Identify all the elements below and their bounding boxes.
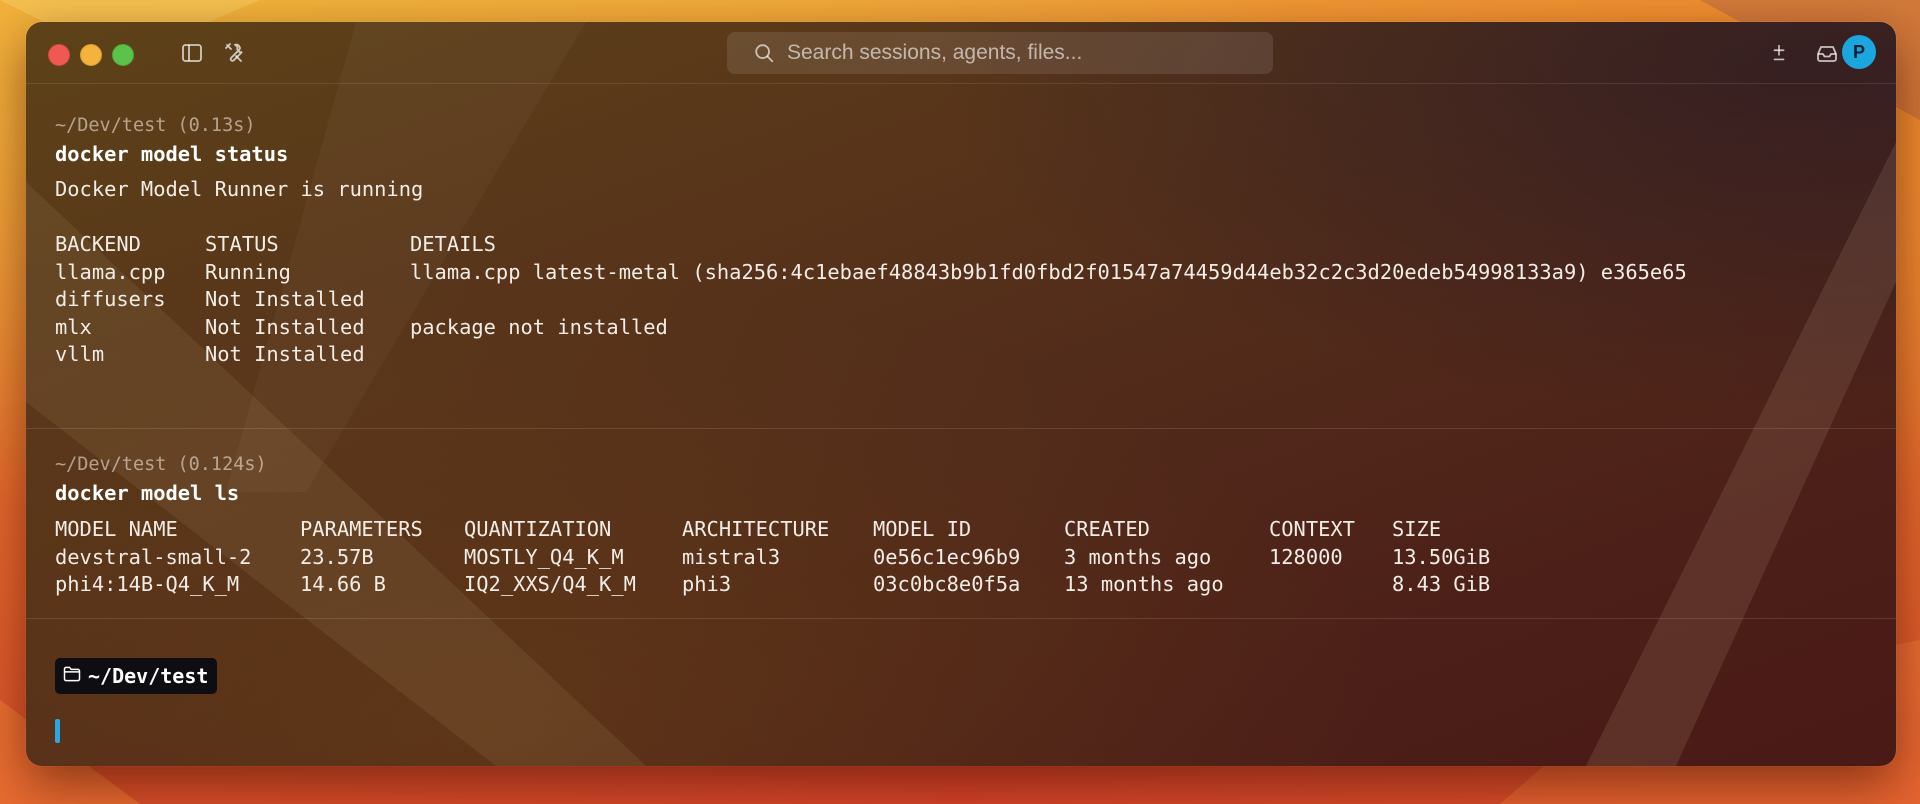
terminal-output: ~/Dev/test (0.13s) docker model status D… (26, 84, 1896, 766)
header-details: DETAILS (410, 232, 496, 256)
table-row: phi4:14B-Q4_K_M 14.66 B IQ2_XXS/Q4_K_M p… (55, 571, 1490, 599)
header-backend: BACKEND (55, 232, 141, 256)
search-icon (753, 42, 775, 70)
table-header-row: BACKEND STATUS DETAILS (55, 231, 1687, 259)
cell-context: 128000 (1269, 544, 1343, 569)
cell-backend: diffusers (55, 287, 166, 311)
cell-context (1269, 571, 1392, 599)
inbox-icon[interactable] (1813, 39, 1841, 67)
input-cursor[interactable] (55, 719, 60, 743)
cell-quantization: IQ2_XXS/Q4_K_M (464, 572, 636, 596)
block-meta: ~/Dev/test (0.13s) (55, 115, 256, 136)
tools-icon[interactable] (221, 39, 249, 67)
cell-backend: llama.cpp (55, 259, 166, 284)
prompt-cwd-chip[interactable]: ~/Dev/test (55, 658, 218, 694)
cell-parameters: 14.66 B (300, 572, 386, 596)
cell-details (410, 341, 1687, 369)
header-status: STATUS (205, 232, 279, 256)
command-block-ls[interactable]: ~/Dev/test (0.124s) docker model ls MODE… (55, 454, 1876, 599)
cell-architecture: phi3 (682, 572, 732, 596)
cell-model-name: phi4:14B-Q4_K_M (55, 572, 240, 596)
cell-created: 3 months ago (1064, 544, 1212, 569)
table-row: llama.cpp Running llama.cpp latest-metal… (55, 259, 1687, 287)
avatar-initial: P (1852, 41, 1865, 62)
table-row: diffusers Not Installed (55, 286, 1687, 314)
header-context: CONTEXT (1269, 517, 1355, 541)
block-divider (26, 618, 1896, 619)
cell-status: Running (205, 259, 291, 284)
table-row: mlx Not Installed package not installed (55, 314, 1687, 342)
cell-details: package not installed (410, 314, 668, 339)
close-button[interactable] (48, 44, 70, 66)
backend-status-table: BACKEND STATUS DETAILS llama.cpp Running… (55, 231, 1687, 369)
cell-details (410, 286, 1687, 314)
avatar[interactable]: P (1842, 35, 1876, 69)
cell-architecture: mistral3 (682, 544, 781, 569)
zoom-button[interactable] (112, 44, 134, 66)
folder-icon (62, 664, 82, 689)
plus-minus-icon[interactable] (1765, 39, 1793, 67)
cell-model-name: devstral-small-2 (55, 544, 252, 569)
header-size: SIZE (1392, 517, 1442, 541)
table-header-row: MODEL NAME PARAMETERS QUANTIZATION ARCHI… (55, 516, 1490, 544)
command-text: docker model status (55, 142, 289, 166)
cell-size: 13.50GiB (1392, 544, 1491, 569)
cell-created: 13 months ago (1064, 572, 1224, 596)
cell-status: Not Installed (205, 287, 365, 311)
minimize-button[interactable] (80, 44, 102, 66)
cell-details: llama.cpp latest-metal (sha256:4c1ebaef4… (410, 259, 1687, 284)
terminal-window: Search sessions, agents, files... P ~/De… (26, 22, 1896, 766)
cell-model-id: 03c0bc8e0f5a (873, 572, 1021, 596)
cell-status: Not Installed (205, 314, 365, 339)
header-quantization: QUANTIZATION (464, 517, 612, 541)
header-created: CREATED (1064, 517, 1150, 541)
cell-model-id: 0e56c1ec96b9 (873, 544, 1021, 569)
block-divider (26, 428, 1896, 429)
header-parameters: PARAMETERS (300, 517, 423, 541)
block-meta: ~/Dev/test (0.124s) (55, 454, 267, 475)
cell-size: 8.43 GiB (1392, 572, 1491, 596)
header-architecture: ARCHITECTURE (682, 517, 830, 541)
search-input[interactable]: Search sessions, agents, files... (727, 32, 1273, 74)
command-text: docker model ls (55, 481, 240, 505)
prompt-cwd-label: ~/Dev/test (88, 664, 209, 688)
cell-status: Not Installed (205, 342, 365, 366)
cell-quantization: MOSTLY_Q4_K_M (464, 544, 624, 569)
command-block-status[interactable]: ~/Dev/test (0.13s) docker model status D… (55, 115, 1876, 369)
cell-backend: mlx (55, 314, 92, 339)
window-controls (48, 44, 134, 66)
output-line: Docker Model Runner is running (55, 177, 424, 201)
table-row: devstral-small-2 23.57B MOSTLY_Q4_K_M mi… (55, 544, 1490, 572)
table-row: vllm Not Installed (55, 341, 1687, 369)
cell-parameters: 23.57B (300, 544, 374, 569)
header-model-id: MODEL ID (873, 517, 972, 541)
cell-backend: vllm (55, 342, 105, 366)
model-list-table: MODEL NAME PARAMETERS QUANTIZATION ARCHI… (55, 516, 1490, 599)
search-placeholder: Search sessions, agents, files... (787, 41, 1083, 64)
sidebar-toggle-icon[interactable] (178, 39, 206, 67)
header-model-name: MODEL NAME (55, 517, 178, 541)
title-bar: Search sessions, agents, files... P (26, 22, 1896, 84)
